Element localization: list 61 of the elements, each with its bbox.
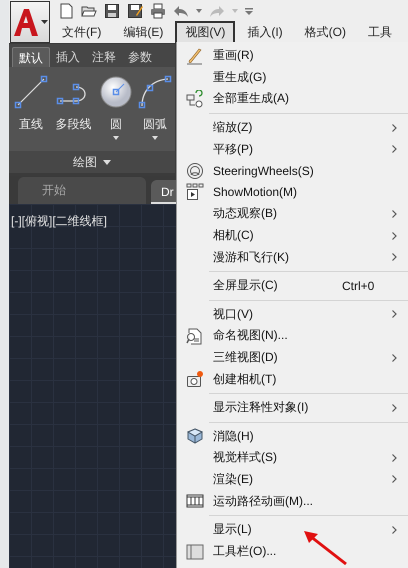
menu-item[interactable]: 全屏显示(C) Ctrl+0 xyxy=(177,274,408,297)
ribbon-tab[interactable]: 参数 xyxy=(122,47,158,67)
menu-item[interactable]: 三维视图(D) xyxy=(177,346,408,368)
viewport-label[interactable]: [-][俯视][二维线框] xyxy=(11,214,107,228)
draw-tool-button[interactable]: 直线 xyxy=(13,75,50,151)
regenerate-icon xyxy=(186,90,204,108)
menu-item[interactable]: 渲染(E) xyxy=(177,468,408,490)
pointer-arrow xyxy=(302,528,348,566)
customize-icon[interactable] xyxy=(245,8,253,14)
logo-icon xyxy=(12,7,40,37)
draw-tool-button[interactable]: 圆 xyxy=(98,75,134,151)
line-tool-icon xyxy=(14,75,48,109)
menu-bar-item[interactable]: 视图(V) xyxy=(175,21,236,44)
circle-tool-icon xyxy=(98,75,133,109)
new-file-icon[interactable] xyxy=(58,3,74,19)
menu-item[interactable]: 命名视图(N)... xyxy=(177,325,408,347)
menu-item[interactable]: 工具栏(O)... xyxy=(177,540,408,562)
named-view-icon xyxy=(186,326,204,345)
draw-tool-button[interactable]: 圆弧 xyxy=(136,75,173,151)
menu-item[interactable]: SteeringWheels(S) xyxy=(177,160,408,182)
menu-item[interactable]: 视口(V) xyxy=(177,304,408,326)
showmotion-icon xyxy=(186,183,204,202)
save-as-icon[interactable] xyxy=(127,3,143,19)
cube-icon xyxy=(186,427,204,446)
panel-title-button[interactable]: 绘图 xyxy=(9,151,175,173)
arc-tool-icon xyxy=(138,75,172,109)
camera-icon xyxy=(186,370,204,388)
menu-bar-item[interactable]: 工具 xyxy=(358,21,402,44)
menu-bar-item[interactable]: 文件(F) xyxy=(52,21,112,44)
steering-wheel-icon xyxy=(186,162,204,180)
menu-item[interactable]: 重画(R) xyxy=(177,45,408,67)
menu-bar-item[interactable]: 格式(O) xyxy=(294,21,356,44)
menu-item[interactable]: 创建相机(T) xyxy=(177,368,408,390)
caret-icon xyxy=(103,160,111,164)
menu-item[interactable]: 运动路径动画(M)... xyxy=(177,490,408,512)
menu-item[interactable]: 平移(P) xyxy=(177,138,408,160)
menu-bar-item[interactable]: 插入(I) xyxy=(237,21,293,44)
save-icon[interactable] xyxy=(104,3,120,19)
menu-item[interactable]: 重生成(G) xyxy=(177,66,408,88)
menu-bar-item[interactable]: 编辑(E) xyxy=(113,21,174,44)
menu-item[interactable]: 显示(L) xyxy=(177,518,408,540)
menu-item[interactable]: 显示注释性对象(I) xyxy=(177,396,408,418)
menu-item[interactable]: 全部重生成(A) xyxy=(177,88,408,110)
ribbon-tab[interactable]: 默认 xyxy=(12,47,50,67)
caret-icon[interactable] xyxy=(196,9,202,13)
caret-icon xyxy=(41,20,48,24)
toolbar-icon xyxy=(186,542,204,560)
menu-item[interactable]: 消隐(H) xyxy=(177,426,408,448)
pencil-icon xyxy=(186,46,204,65)
application-menu-button[interactable] xyxy=(10,1,50,43)
ribbon-tab[interactable]: 注释 xyxy=(86,47,122,67)
print-icon[interactable] xyxy=(150,3,166,19)
film-strip-icon xyxy=(186,492,204,510)
menu-item[interactable]: 缩放(Z) xyxy=(177,116,408,138)
menu-item[interactable]: 相机(C) xyxy=(177,224,408,246)
menu-item[interactable]: 动态观察(B) xyxy=(177,203,408,225)
ribbon-tab[interactable]: 插入 xyxy=(50,47,86,67)
menu-item[interactable]: 视觉样式(S) xyxy=(177,447,408,469)
draw-tool-button[interactable]: 多段线 xyxy=(52,75,95,151)
menu-item[interactable]: 漫游和飞行(K) xyxy=(177,246,408,268)
file-tab[interactable]: 开始 xyxy=(18,177,146,204)
